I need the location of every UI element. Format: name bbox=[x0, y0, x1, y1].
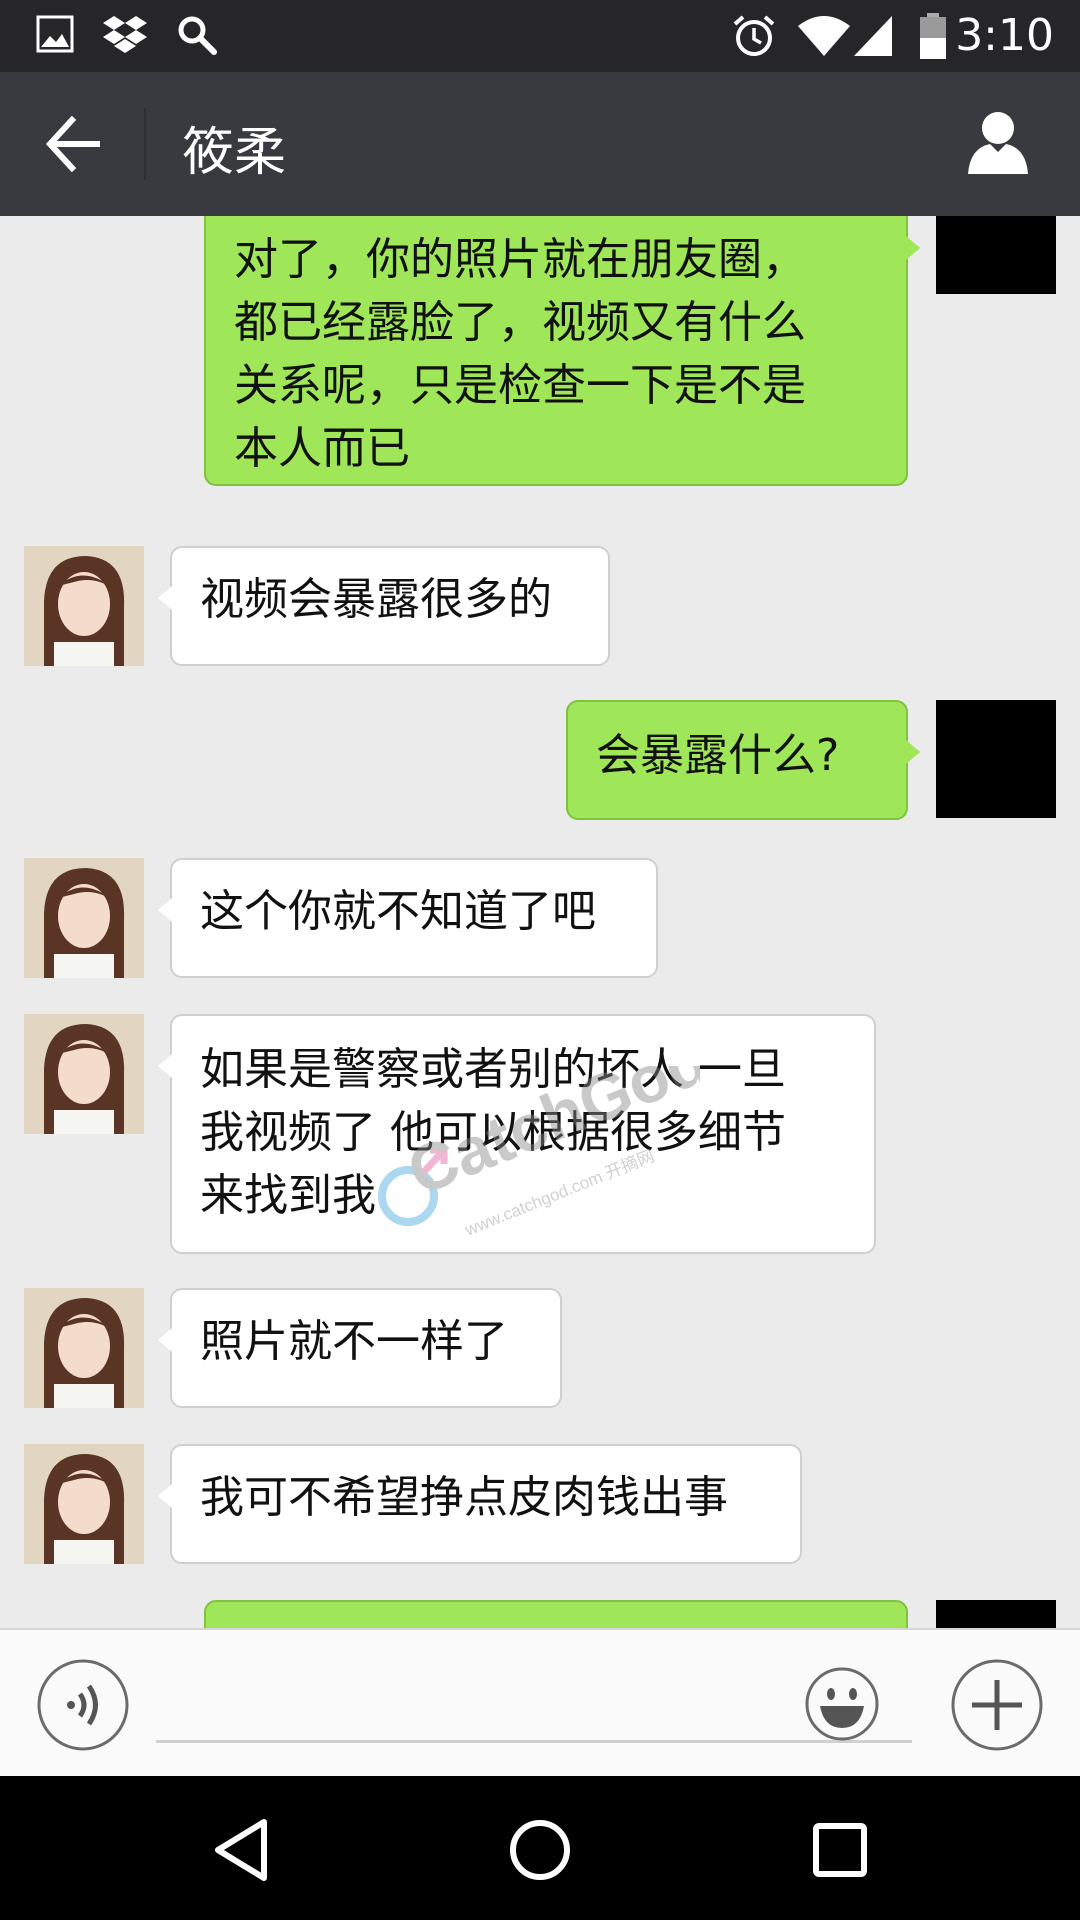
message-bubble-incoming[interactable]: 照片就不一样了 bbox=[158, 1288, 562, 1408]
system-nav-bar bbox=[0, 1776, 1080, 1920]
contact-avatar[interactable] bbox=[24, 858, 144, 978]
message-bubble-outgoing[interactable] bbox=[204, 1600, 908, 1628]
contact-name: 筱柔 bbox=[182, 123, 287, 183]
self-avatar[interactable] bbox=[936, 700, 1056, 818]
contact-avatar[interactable] bbox=[24, 1444, 144, 1564]
alarm-icon bbox=[733, 15, 775, 56]
dropbox-icon bbox=[103, 16, 147, 53]
search-icon bbox=[178, 16, 217, 55]
message-bubble-incoming[interactable]: 视频会暴露很多的 bbox=[158, 546, 610, 666]
message-text: 会暴露什么? bbox=[596, 730, 840, 781]
contact-photo bbox=[24, 858, 144, 978]
message-bubble-outgoing[interactable]: 会暴露什么? bbox=[566, 700, 920, 820]
message-text: 如果是警察或者别的坏人 一旦 我视频了 他可以根据很多细节 来找到我 bbox=[200, 1044, 786, 1221]
message-bubble-incoming[interactable]: 我可不希望挣点皮肉钱出事 bbox=[158, 1444, 802, 1564]
status-time: 3:10 bbox=[955, 10, 1054, 61]
profile-icon[interactable] bbox=[966, 110, 1030, 176]
battery-icon bbox=[920, 13, 946, 59]
contact-photo bbox=[24, 546, 144, 666]
gallery-icon bbox=[36, 15, 74, 53]
message-text: 视频会暴露很多的 bbox=[200, 574, 552, 625]
self-avatar[interactable] bbox=[936, 1600, 1056, 1628]
voice-input-icon[interactable] bbox=[36, 1658, 130, 1752]
message-text: 我可不希望挣点皮肉钱出事 bbox=[200, 1472, 728, 1523]
message-bubble-incoming[interactable]: 这个你就不知道了吧 bbox=[158, 858, 658, 978]
contact-photo bbox=[24, 1014, 144, 1134]
emoji-icon[interactable] bbox=[804, 1666, 880, 1742]
chat-header: 筱柔 bbox=[0, 72, 1080, 216]
signal-icon bbox=[854, 16, 892, 56]
message-text: 这个你就不知道了吧 bbox=[200, 886, 596, 937]
header-divider bbox=[144, 108, 146, 180]
message-input[interactable] bbox=[156, 1690, 912, 1743]
chat-message-list[interactable]: 对了，你的照片就在朋友圈， 都已经露脸了，视频又有什么 关系呢，只是检查一下是不… bbox=[0, 216, 1080, 1628]
back-arrow-icon[interactable] bbox=[44, 116, 104, 172]
contact-photo bbox=[24, 1444, 144, 1564]
contact-photo bbox=[24, 1288, 144, 1408]
wifi-icon bbox=[798, 16, 850, 56]
message-text: 对了，你的照片就在朋友圈， 都已经露脸了，视频又有什么 关系呢，只是检查一下是不… bbox=[234, 234, 806, 474]
nav-back-icon[interactable] bbox=[206, 1814, 278, 1886]
plus-icon[interactable] bbox=[950, 1658, 1044, 1752]
nav-recents-icon[interactable] bbox=[804, 1814, 876, 1886]
message-bubble-outgoing[interactable]: 对了，你的照片就在朋友圈， 都已经露脸了，视频又有什么 关系呢，只是检查一下是不… bbox=[204, 216, 920, 486]
contact-avatar[interactable] bbox=[24, 1288, 144, 1408]
message-text: 照片就不一样了 bbox=[200, 1316, 508, 1367]
message-bubble-incoming[interactable]: 如果是警察或者别的坏人 一旦 我视频了 他可以根据很多细节 来找到我 bbox=[158, 1014, 876, 1254]
status-bar: 3:10 bbox=[0, 0, 1080, 72]
contact-avatar[interactable] bbox=[24, 546, 144, 666]
chat-input-bar bbox=[0, 1628, 1080, 1778]
self-avatar[interactable] bbox=[936, 216, 1056, 294]
contact-avatar[interactable] bbox=[24, 1014, 144, 1134]
nav-home-icon[interactable] bbox=[504, 1814, 576, 1886]
